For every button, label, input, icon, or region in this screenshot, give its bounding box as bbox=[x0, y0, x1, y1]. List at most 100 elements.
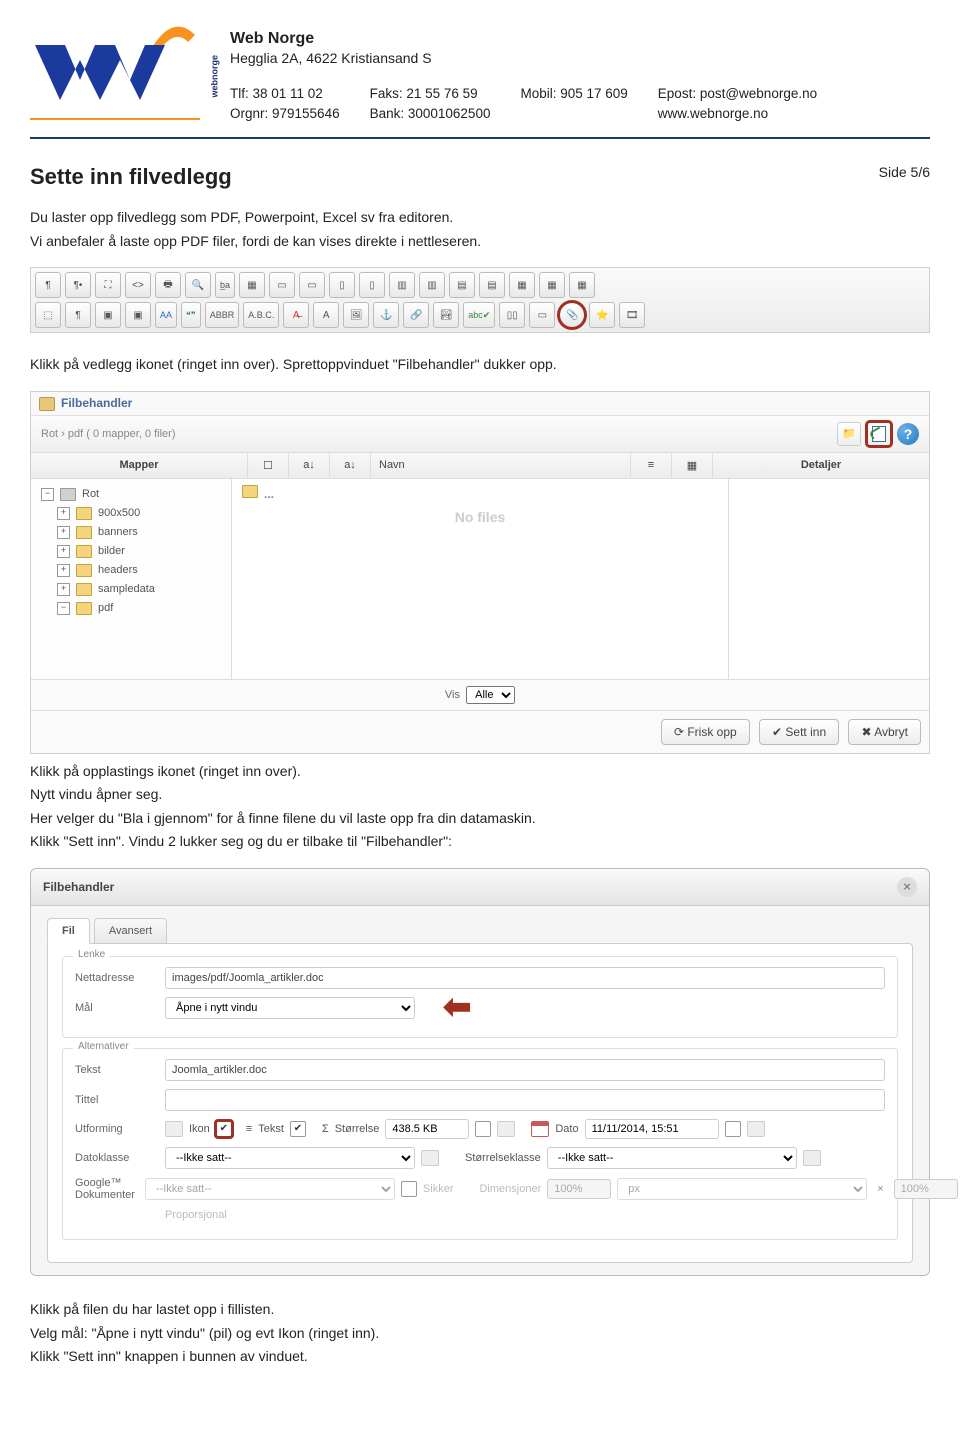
tb-select-icon[interactable]: ⬚ bbox=[35, 302, 61, 328]
tb-table-icon[interactable]: ▦ bbox=[239, 272, 265, 298]
tb-strike-icon[interactable]: A̶ bbox=[283, 302, 309, 328]
fieldset-lenke: Lenke bbox=[73, 949, 110, 960]
label-nettadresse: Nettadresse bbox=[75, 972, 155, 984]
checkbox-tekst[interactable] bbox=[290, 1121, 306, 1137]
select-storrelseklasse[interactable]: --Ikke satt-- bbox=[547, 1147, 797, 1169]
checkbox-dato[interactable] bbox=[725, 1121, 741, 1137]
tb-para-icon[interactable]: ¶ bbox=[65, 302, 91, 328]
tb-code-icon[interactable]: <> bbox=[125, 272, 151, 298]
tb-attachment-icon[interactable]: 📎 bbox=[559, 302, 585, 328]
tb-quote-icon[interactable]: ❝❞ bbox=[181, 302, 201, 328]
input-nettadresse[interactable] bbox=[165, 967, 885, 989]
folder-new-icon[interactable]: 📁 bbox=[837, 422, 861, 446]
input-dim-w bbox=[547, 1179, 611, 1199]
label-utforming: Utforming bbox=[75, 1123, 155, 1135]
file-list-area[interactable]: ... No files bbox=[232, 479, 729, 679]
edit-dato-icon[interactable] bbox=[747, 1121, 765, 1137]
input-tekst[interactable] bbox=[165, 1059, 885, 1081]
tree-item-rot[interactable]: −Rot bbox=[31, 485, 231, 504]
company-address: Hegglia 2A, 4622 Kristiansand S bbox=[230, 50, 930, 66]
select-datoklasse[interactable]: --Ikke satt-- bbox=[165, 1147, 415, 1169]
col-navn: Navn bbox=[371, 453, 631, 478]
tb-splitrow-icon[interactable]: ▦ bbox=[569, 272, 595, 298]
dialog-close-icon[interactable]: × bbox=[897, 877, 917, 897]
tb-split-icon[interactable]: ▦ bbox=[539, 272, 565, 298]
tb-ba-icon[interactable]: b̲a bbox=[215, 272, 235, 298]
tree-item-900x500[interactable]: +900x500 bbox=[31, 504, 231, 523]
label-google: Google™ Dokumenter bbox=[75, 1177, 135, 1201]
tb-cell3-icon[interactable]: ▤ bbox=[449, 272, 475, 298]
fb-title: Filbehandler bbox=[31, 392, 929, 416]
tb-link-icon[interactable]: 🔗 bbox=[403, 302, 429, 328]
avbryt-button[interactable]: ✖ Avbryt bbox=[848, 719, 921, 745]
tree-item-pdf[interactable]: −pdf bbox=[31, 599, 231, 618]
help-icon[interactable]: ? bbox=[897, 423, 919, 445]
edit-storrelse-icon[interactable] bbox=[497, 1121, 515, 1137]
tb-coldel-icon[interactable]: ▯ bbox=[359, 272, 385, 298]
tree-item-banners[interactable]: +banners bbox=[31, 523, 231, 542]
tb-cell1-icon[interactable]: ▥ bbox=[389, 272, 415, 298]
tb-col-icon[interactable]: ▯ bbox=[329, 272, 355, 298]
edit-storrelseklasse-icon[interactable] bbox=[803, 1150, 821, 1166]
faks: Faks: 21 55 76 59 bbox=[370, 84, 491, 104]
tree-item-bilder[interactable]: +bilder bbox=[31, 542, 231, 561]
tb-rowdel-icon[interactable]: ▭ bbox=[299, 272, 325, 298]
col-sort2-icon[interactable]: a↓ bbox=[330, 453, 371, 478]
tb-film-icon[interactable]: 🎞 bbox=[619, 302, 645, 328]
tb-layer-icon[interactable]: ▣ bbox=[95, 302, 121, 328]
no-files-label: No files bbox=[232, 509, 728, 525]
up-dir[interactable]: ... bbox=[264, 487, 274, 501]
tb-fullscreen-icon[interactable]: ⛶ bbox=[95, 272, 121, 298]
tb-cell4-icon[interactable]: ▤ bbox=[479, 272, 505, 298]
para3-l2: Nytt vindu åpner seg. bbox=[30, 785, 930, 805]
edit-datoklasse-icon[interactable] bbox=[421, 1150, 439, 1166]
mobil: Mobil: 905 17 609 bbox=[520, 84, 627, 104]
tb-abbr-icon[interactable]: ABBR bbox=[205, 302, 240, 328]
utforming-tekst-label: Tekst bbox=[258, 1123, 284, 1135]
sett-inn-button[interactable]: ✔ Sett inn bbox=[759, 719, 839, 745]
company-info: Web Norge Hegglia 2A, 4622 Kristiansand … bbox=[230, 20, 930, 125]
frisk-opp-button[interactable]: ⟳ Frisk opp bbox=[661, 719, 750, 745]
label-datoklasse: Datoklasse bbox=[75, 1152, 155, 1164]
vis-select[interactable]: Alle bbox=[466, 686, 515, 704]
tb-spell-icon[interactable]: abc✔ bbox=[463, 302, 495, 328]
input-storrelse[interactable] bbox=[385, 1119, 469, 1139]
para3-l1: Klikk på opplastings ikonet (ringet inn … bbox=[30, 762, 930, 782]
filbehandler-panel: Filbehandler Rot › pdf ( 0 mapper, 0 fil… bbox=[30, 391, 930, 754]
input-dato[interactable] bbox=[585, 1119, 719, 1139]
tb-doc-icon[interactable]: ▭ bbox=[529, 302, 555, 328]
tb-star-icon[interactable]: ⭐ bbox=[589, 302, 615, 328]
tab-fil[interactable]: Fil bbox=[47, 918, 90, 944]
tb-cell2-icon[interactable]: ▥ bbox=[419, 272, 445, 298]
tb-print-icon[interactable]: 🖶 bbox=[155, 272, 181, 298]
tb-paragraph-right-icon[interactable]: ¶• bbox=[65, 272, 91, 298]
tb-fontsize-icon[interactable]: AA bbox=[155, 302, 177, 328]
col-grid-icon[interactable]: ▦ bbox=[672, 453, 713, 478]
tb-row-icon[interactable]: ▭ bbox=[269, 272, 295, 298]
tb-merge-icon[interactable]: ▦ bbox=[509, 272, 535, 298]
col-sort1-icon[interactable]: a↓ bbox=[289, 453, 330, 478]
select-dim-w-unit: px bbox=[617, 1178, 867, 1200]
tb-find-icon[interactable]: 🔍 bbox=[185, 272, 211, 298]
checkbox-ikon[interactable] bbox=[216, 1121, 232, 1137]
select-maal[interactable]: Åpne i nytt vindu bbox=[165, 997, 415, 1019]
checkbox-storrelse[interactable] bbox=[475, 1121, 491, 1137]
tb-underline-a-icon[interactable]: A bbox=[313, 302, 339, 328]
input-tittel[interactable] bbox=[165, 1089, 885, 1111]
tb-abc-icon[interactable]: A.B.C. bbox=[243, 302, 279, 328]
col-list-icon[interactable]: ≡ bbox=[631, 453, 672, 478]
tree-item-headers[interactable]: +headers bbox=[31, 561, 231, 580]
header-rule bbox=[30, 137, 930, 139]
para3-l4: Klikk "Sett inn". Vindu 2 lukker seg og … bbox=[30, 832, 930, 852]
upload-icon[interactable] bbox=[867, 422, 891, 446]
tb-layerdel-icon[interactable]: ▣ bbox=[125, 302, 151, 328]
intro-paragraph: Du laster opp filvedlegg som PDF, Powerp… bbox=[30, 208, 930, 251]
orgnr: Orgnr: 979155646 bbox=[230, 104, 340, 124]
tb-paragraph-left-icon[interactable]: ¶ bbox=[35, 272, 61, 298]
tb-split2-icon[interactable]: ▯▯ bbox=[499, 302, 525, 328]
tree-item-sampledata[interactable]: +sampledata bbox=[31, 580, 231, 599]
tb-pic-icon[interactable]: 🏞 bbox=[433, 302, 459, 328]
tab-avansert[interactable]: Avansert bbox=[94, 918, 167, 944]
tb-anchor-icon[interactable]: ⚓ bbox=[373, 302, 399, 328]
tb-image-icon[interactable]: 🖼 bbox=[343, 302, 369, 328]
